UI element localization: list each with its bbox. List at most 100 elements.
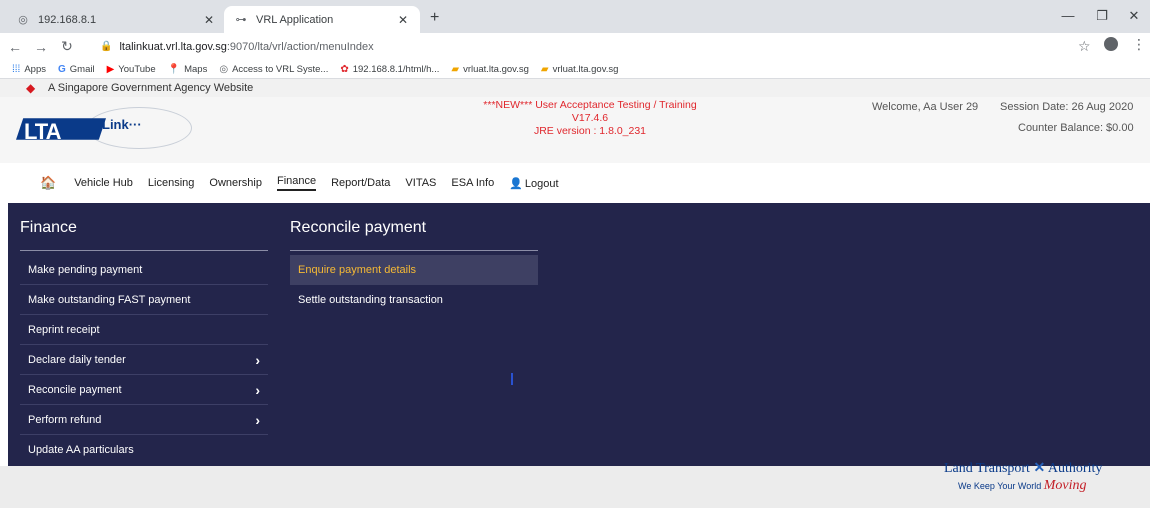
home-icon[interactable]: 🏠: [40, 175, 56, 191]
submenu-enquire-payment-details[interactable]: Enquire payment details: [290, 255, 538, 285]
lta-icon: ▰: [451, 63, 460, 75]
bookmark-label: 192.168.8.1/html/h...: [352, 63, 440, 75]
maps-icon: 📍: [167, 63, 181, 75]
finance-menu-panel: Finance Make pending payment Make outsta…: [8, 203, 1150, 466]
slogan: We Keep Your World Moving: [958, 478, 1087, 494]
bookmark-label: Apps: [24, 63, 46, 75]
google-icon: G: [58, 63, 66, 75]
menu-item-label: Update AA particulars: [28, 444, 134, 456]
browser-toolbar: ← → ↻ 🔒 ltalinkuat.vrl.lta.gov.sg :9070/…: [0, 33, 1150, 60]
bookmark-vrl-access[interactable]: ◎ Access to VRL Syste...: [219, 64, 328, 75]
divider: [290, 250, 538, 251]
bookmark-apps[interactable]: ⁞⁞⁞ Apps: [12, 64, 46, 75]
divider: [20, 250, 268, 251]
lta-icon: ▰: [540, 63, 549, 75]
bookmark-label: Gmail: [69, 63, 95, 75]
gov-banner: ◆ A Singapore Government Agency Website: [0, 79, 1150, 97]
lock-icon: 🔒: [100, 41, 113, 52]
menu-kebab-icon[interactable]: ⋮: [1132, 36, 1146, 53]
menu-make-outstanding-fast-payment[interactable]: Make outstanding FAST payment: [20, 285, 268, 315]
authority-logo: Land Transport ✕ Authority: [944, 460, 1102, 477]
slogan-highlight: Moving: [1043, 478, 1087, 493]
uat-notice: ***NEW*** User Acceptance Testing / Trai…: [440, 99, 740, 138]
lta-x-icon: ✕: [1033, 461, 1046, 476]
bookmark-vrluat-1[interactable]: ▰ vrluat.lta.gov.sg: [451, 64, 529, 75]
reconcile-submenu: Enquire payment details Settle outstandi…: [290, 255, 538, 315]
huawei-icon: ✿: [340, 63, 349, 75]
logo-link-text: Link···: [102, 117, 142, 132]
nav-licensing[interactable]: Licensing: [148, 177, 194, 189]
session-date: Session Date: 26 Aug 2020: [1000, 101, 1134, 113]
new-tab-button[interactable]: +: [430, 9, 439, 27]
forward-icon[interactable]: →: [30, 39, 52, 55]
reload-icon[interactable]: ↻: [56, 38, 78, 55]
menu-item-label: Reconcile payment: [28, 383, 122, 396]
url-host: ltalinkuat.vrl.lta.gov.sg: [119, 40, 227, 53]
menu-reprint-receipt[interactable]: Reprint receipt: [20, 315, 268, 345]
submenu-settle-outstanding-transaction[interactable]: Settle outstanding transaction: [290, 285, 538, 315]
bookmark-star-icon[interactable]: ☆: [1078, 38, 1091, 55]
restore-icon[interactable]: ❐: [1092, 8, 1112, 24]
youtube-icon: ▶: [106, 63, 115, 75]
menu-item-label: Perform refund: [28, 413, 102, 426]
finance-title: Finance: [20, 219, 77, 236]
bookmark-label: Maps: [184, 63, 208, 75]
nav-report-data[interactable]: Report/Data: [331, 177, 390, 189]
bookmark-youtube[interactable]: ▶ YouTube: [107, 64, 156, 75]
url-path: :9070/lta/vrl/action/menuIndex: [226, 40, 374, 53]
apps-grid-icon: ⁞⁞⁞: [12, 63, 21, 75]
nav-ownership[interactable]: Ownership: [209, 177, 262, 189]
gov-banner-text: A Singapore Government Agency Website: [48, 82, 254, 94]
lion-head-icon: ◆: [26, 81, 36, 95]
lta-link-logo[interactable]: LTA Link···: [16, 107, 196, 149]
globe-icon: ◎: [219, 63, 229, 75]
nav-vehicle-hub[interactable]: Vehicle Hub: [74, 177, 133, 189]
authority-text: Authority: [1047, 461, 1103, 476]
bookmark-label: vrluat.lta.gov.sg: [552, 63, 619, 75]
menu-make-pending-payment[interactable]: Make pending payment: [20, 255, 268, 285]
user-icon: 👤: [509, 177, 523, 190]
submenu-item-label: Enquire payment details: [298, 264, 417, 276]
finance-menu: Make pending payment Make outstanding FA…: [20, 255, 268, 465]
close-tab-icon[interactable]: ✕: [202, 13, 216, 27]
minimize-icon[interactable]: —: [1058, 8, 1078, 23]
menu-declare-daily-tender[interactable]: Declare daily tender ›: [20, 345, 268, 375]
close-window-icon[interactable]: ✕: [1124, 8, 1144, 24]
page-header: LTA Link··· ***NEW*** User Acceptance Te…: [0, 97, 1150, 163]
back-icon[interactable]: ←: [4, 39, 26, 55]
submenu-item-label: Settle outstanding transaction: [298, 294, 443, 306]
address-bar[interactable]: 🔒 ltalinkuat.vrl.lta.gov.sg :9070/lta/vr…: [100, 36, 1100, 57]
bookmark-label: vrluat.lta.gov.sg: [463, 63, 529, 75]
menu-item-label: Declare daily tender: [28, 353, 126, 366]
menu-reconcile-payment[interactable]: Reconcile payment ›: [20, 375, 268, 405]
notice-version: V17.4.6: [571, 112, 609, 124]
key-icon: ⊶: [235, 14, 247, 26]
menu-item-label: Reprint receipt: [28, 323, 100, 336]
nav-esa-info[interactable]: ESA Info: [451, 177, 494, 189]
authority-text: Land Transport: [944, 461, 1030, 476]
profile-avatar-icon[interactable]: [1104, 37, 1118, 51]
nav-vitas[interactable]: VITAS: [405, 177, 436, 189]
browser-tab-strip: ◎ 192.168.8.1 ✕ ⊶ VRL Application ✕ + — …: [0, 0, 1150, 33]
bookmark-maps[interactable]: 📍 Maps: [168, 64, 208, 75]
bookmark-vrluat-2[interactable]: ▰ vrluat.lta.gov.sg: [541, 64, 619, 75]
nav-logout[interactable]: 👤 Logout: [509, 177, 558, 190]
browser-tab-vrl[interactable]: ⊶ VRL Application ✕: [224, 6, 420, 33]
logout-label: Logout: [524, 177, 559, 190]
menu-item-label: Make outstanding FAST payment: [28, 293, 191, 306]
browser-tab-router[interactable]: ◎ 192.168.8.1 ✕: [6, 6, 226, 33]
bookmark-gmail[interactable]: G Gmail: [58, 64, 95, 75]
notice-line: ***NEW*** User Acceptance Testing / Trai…: [483, 99, 697, 111]
menu-item-label: Make pending payment: [28, 263, 143, 276]
bookmarks-bar: ⁞⁞⁞ Apps G Gmail ▶ YouTube 📍 Maps ◎ Acce…: [0, 60, 1150, 79]
nav-finance[interactable]: Finance: [276, 175, 317, 191]
tab-title: 192.168.8.1: [38, 13, 97, 26]
slogan-text: We Keep Your World: [958, 481, 1042, 491]
menu-perform-refund[interactable]: Perform refund ›: [20, 405, 268, 435]
menu-update-aa-particulars[interactable]: Update AA particulars: [20, 435, 268, 465]
chevron-right-icon: ›: [255, 381, 260, 398]
logo-text: LTA: [24, 119, 61, 144]
close-tab-icon[interactable]: ✕: [396, 13, 410, 27]
bookmark-router[interactable]: ✿ 192.168.8.1/html/h...: [340, 64, 439, 75]
bookmark-label: YouTube: [118, 63, 156, 75]
